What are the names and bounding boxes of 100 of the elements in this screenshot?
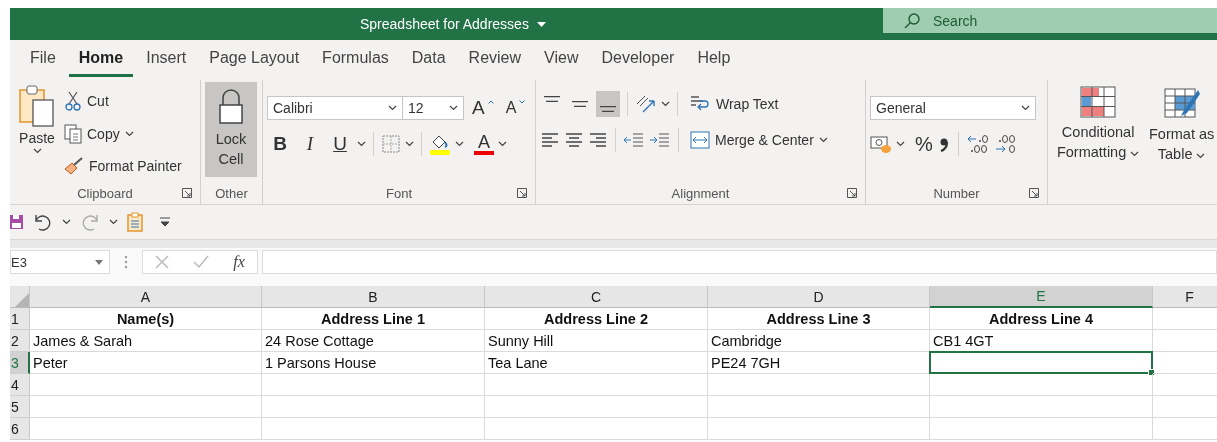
row-header[interactable]: 2 [10, 330, 30, 352]
accounting-format-icon[interactable] [870, 134, 892, 154]
lock-cell-button[interactable]: Lock Cell [205, 82, 257, 177]
font-name-dropdown[interactable]: Calibri [267, 96, 403, 120]
column-header[interactable]: F [1153, 286, 1217, 308]
formula-input[interactable] [262, 250, 1217, 274]
align-bottom-icon [600, 106, 616, 112]
table-cell: PE24 7GH [708, 352, 930, 374]
chevron-down-icon [1021, 105, 1030, 111]
clipboard-icon[interactable] [126, 212, 144, 232]
conditional-formatting-icon [1080, 86, 1117, 118]
ribbon-tab[interactable]: Insert [136, 43, 197, 77]
caret-icon[interactable] [536, 21, 546, 27]
chevron-down-icon [1130, 150, 1140, 157]
table-cell: 24 Rose Cottage [262, 330, 485, 352]
active-cell[interactable] [930, 352, 1153, 374]
italic-button[interactable]: I [297, 131, 323, 157]
customize-toolbar-icon[interactable] [158, 216, 172, 228]
copy-button[interactable]: Copy [60, 121, 186, 146]
column-header[interactable]: D [708, 286, 930, 308]
ribbon-tab[interactable]: Developer [591, 43, 685, 77]
chevron-down-icon [498, 141, 507, 147]
ribbon-tab[interactable]: View [534, 43, 589, 77]
column-header[interactable]: C [485, 286, 708, 308]
row-header[interactable]: 3 [10, 352, 30, 374]
insert-function-button[interactable]: fx [233, 253, 245, 271]
table-cell: Sunny Hill [485, 330, 708, 352]
align-right-icon[interactable] [588, 130, 608, 150]
header-cell: Address Line 2 [485, 308, 708, 330]
caret-icon [95, 259, 103, 265]
group-label: Clipboard [77, 185, 133, 201]
merge-center-button[interactable]: Merge & Center [686, 129, 832, 151]
align-left-icon[interactable] [540, 130, 560, 150]
name-box[interactable]: E3 [10, 250, 110, 274]
ribbon-tab[interactable]: Page Layout [199, 43, 310, 77]
chevron-down-icon [661, 101, 670, 107]
row-header[interactable]: 5 [10, 396, 30, 418]
group-label: Number [933, 185, 980, 201]
cut-button[interactable]: Cut [60, 88, 186, 113]
group-label: Alignment [671, 185, 730, 201]
merge-cells-icon [690, 131, 710, 149]
chevron-down-icon [357, 141, 366, 147]
header-cell: Address Line 1 [262, 308, 485, 330]
row-header[interactable]: 4 [10, 374, 30, 396]
header-cell: Address Line 3 [708, 308, 930, 330]
align-middle-icon [572, 101, 588, 107]
copy-icon [64, 123, 82, 144]
align-top-icon [544, 96, 560, 102]
ribbon-tab[interactable]: Data [401, 43, 456, 77]
chevron-down-icon [449, 105, 458, 111]
chevron-down-icon [455, 141, 464, 147]
row-header[interactable]: 6 [10, 418, 30, 440]
table-cell: Cambridge [708, 330, 930, 352]
font-color-button[interactable]: A [474, 133, 494, 155]
underline-button[interactable]: U [327, 131, 353, 157]
paste-button[interactable]: Paste [14, 84, 60, 181]
column-header[interactable]: A [30, 286, 262, 308]
align-bottom-button[interactable] [596, 91, 620, 117]
align-center-icon[interactable] [564, 130, 584, 150]
table-cell: CB1 4GT [930, 330, 1153, 352]
column-header[interactable]: B [262, 286, 485, 308]
group-label: Font [386, 185, 412, 201]
chevron-down-icon [1196, 152, 1206, 159]
row-header[interactable]: 1 [10, 308, 30, 330]
text-orientation-icon[interactable] [635, 94, 657, 114]
caret-down-icon [519, 100, 526, 104]
fill-color-icon[interactable] [429, 133, 451, 155]
dialog-launcher-icon[interactable] [182, 188, 192, 198]
save-icon[interactable] [10, 214, 24, 230]
wrap-text-button[interactable]: Wrap Text [685, 91, 783, 117]
number-format-dropdown[interactable]: General [870, 96, 1036, 120]
caret-up-icon [487, 100, 494, 104]
decrease-decimal-icon[interactable] [993, 133, 1018, 155]
drag-handle-icon [124, 255, 128, 269]
format-painter-button[interactable]: Format Painter [60, 154, 186, 177]
ribbon-tab[interactable]: Review [458, 43, 532, 77]
increase-decimal-icon[interactable] [965, 133, 990, 155]
chevron-down-icon [124, 130, 134, 137]
dialog-launcher-icon[interactable] [1029, 188, 1039, 198]
window-title[interactable]: Spreadsheet for Addresses [360, 16, 529, 32]
ribbon-tab[interactable]: File [20, 43, 66, 77]
search-field[interactable]: Search [883, 8, 1217, 33]
padlock-icon [218, 89, 244, 126]
ribbon-tab[interactable]: Home [68, 43, 134, 77]
chevron-down-icon [405, 141, 414, 147]
column-header[interactable]: E [930, 286, 1153, 308]
shrink-font-button[interactable]: A [501, 95, 530, 121]
format-as-table-button[interactable]: Format as Table [1146, 84, 1217, 167]
grow-font-button[interactable]: A [468, 95, 498, 121]
dialog-launcher-icon[interactable] [847, 188, 857, 198]
percent-style-button[interactable]: % [915, 132, 933, 156]
dialog-launcher-icon[interactable] [517, 188, 527, 198]
paintbrush-icon [64, 156, 84, 175]
ribbon-tab[interactable]: Help [687, 43, 741, 77]
conditional-formatting-button[interactable]: Conditional Formatting [1050, 84, 1147, 165]
bold-button[interactable]: B [267, 131, 293, 157]
ribbon-tab[interactable]: Formulas [312, 43, 399, 77]
header-cell: Address Line 4 [930, 308, 1153, 330]
font-size-dropdown[interactable]: 12 [402, 96, 464, 120]
table-cell: Peter [30, 352, 262, 374]
